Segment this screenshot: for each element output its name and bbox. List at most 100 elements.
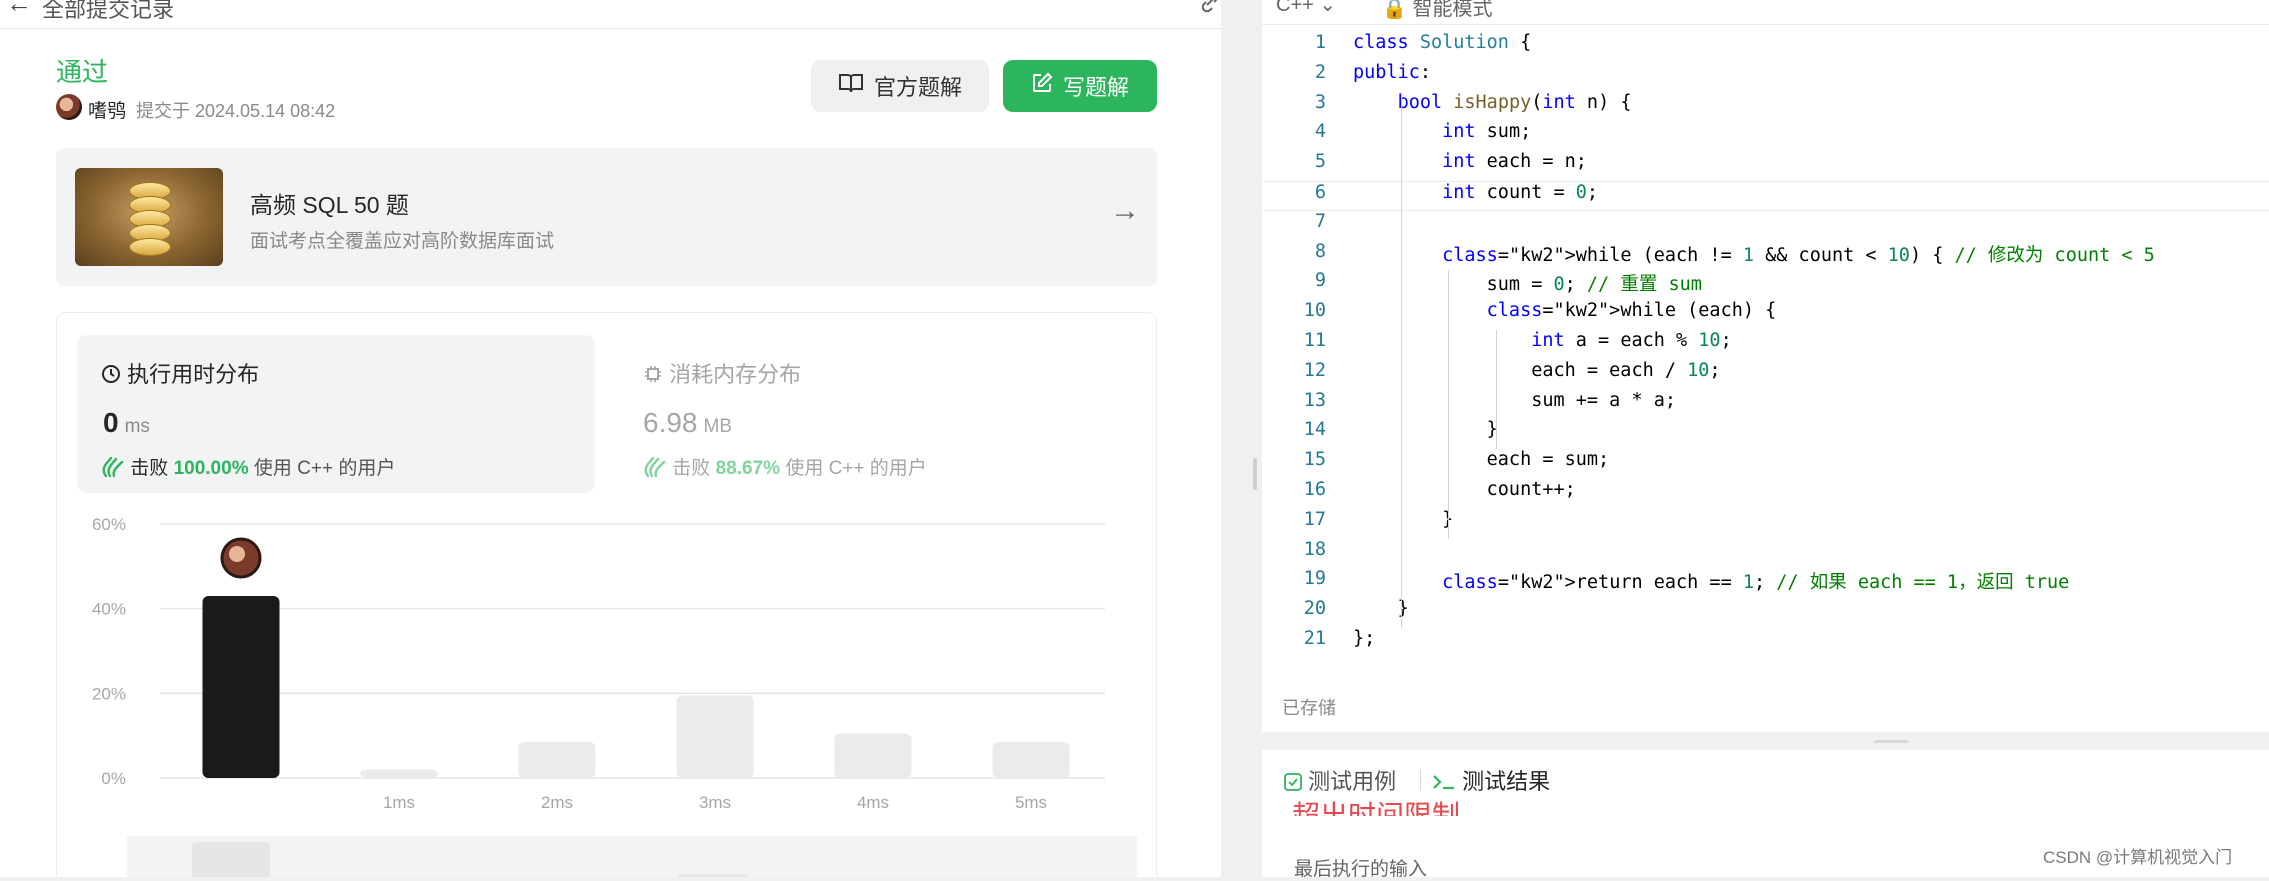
memory-beat-percent: 88.67% bbox=[715, 458, 781, 479]
write-solution-label: 写题解 bbox=[1062, 75, 1129, 100]
runtime-title: 执行用时分布 bbox=[101, 357, 259, 389]
submit-time: 提交于 2024.05.14 08:42 bbox=[136, 101, 336, 121]
code-line[interactable]: 7 bbox=[1262, 211, 2269, 241]
code-line[interactable]: 14 } bbox=[1262, 419, 2269, 449]
all-submissions-link[interactable]: 全部提交记录 bbox=[42, 0, 174, 24]
chevron-down-icon: ⌄ bbox=[1319, 0, 1337, 16]
y-tick-label: 60% bbox=[92, 515, 126, 534]
smart-mode-toggle[interactable]: 🔒 智能模式 bbox=[1382, 0, 1492, 21]
panel-resize-handle[interactable] bbox=[1874, 740, 1908, 743]
avatar[interactable] bbox=[56, 94, 82, 120]
code-line[interactable]: 17 } bbox=[1262, 509, 2269, 539]
runtime-number: 0 bbox=[103, 407, 119, 438]
memory-title-text: 消耗内存分布 bbox=[669, 362, 802, 387]
arrow-right-icon[interactable]: → bbox=[1110, 194, 1140, 228]
chart-bar[interactable] bbox=[992, 742, 1070, 778]
course-card[interactable]: 高频 SQL 50 题 面试考点全覆盖应对高阶数据库面试 → bbox=[56, 148, 1157, 286]
code-line[interactable]: 11 int a = each % 10; bbox=[1262, 330, 2269, 360]
memory-value: 6.98 MB bbox=[643, 407, 732, 439]
lock-icon: 🔒 bbox=[1382, 0, 1407, 20]
chart-bar[interactable] bbox=[518, 742, 596, 778]
clap-icon bbox=[101, 456, 130, 479]
terminal-icon bbox=[1432, 769, 1462, 794]
username[interactable]: 嗜鸮 bbox=[88, 96, 126, 123]
chart-bar[interactable] bbox=[834, 733, 912, 778]
chart-bar[interactable] bbox=[360, 769, 438, 778]
back-arrow-icon[interactable]: ← bbox=[6, 0, 32, 19]
line-number: 8 bbox=[1314, 240, 1326, 262]
code-text: public: bbox=[1353, 61, 1431, 83]
code-line[interactable]: 21}; bbox=[1262, 628, 2269, 658]
memory-tab[interactable]: 消耗内存分布 bbox=[643, 357, 801, 389]
official-solution-button[interactable]: 官方题解 bbox=[811, 60, 989, 112]
line-number: 14 bbox=[1303, 419, 1326, 441]
chart-bar[interactable] bbox=[676, 695, 754, 778]
code-text: each = each / 10; bbox=[1353, 359, 1721, 381]
code-text: sum = 0; // 重置 sum bbox=[1353, 274, 1702, 296]
code-text: int count = 0; bbox=[1442, 182, 1599, 203]
code-text: } bbox=[1353, 508, 1454, 530]
secondary-chart-bar bbox=[192, 842, 270, 877]
indent-guide bbox=[1448, 270, 1450, 539]
code-text: }; bbox=[1353, 628, 1376, 649]
splitter-grip[interactable] bbox=[1253, 458, 1257, 490]
write-solution-button[interactable]: 写题解 bbox=[1003, 60, 1157, 112]
code-line[interactable]: 10 class="kw2">while (each) { bbox=[1262, 300, 2269, 330]
line-number: 2 bbox=[1314, 61, 1326, 83]
code-text: class="kw2">while (each != 1 && count < … bbox=[1442, 244, 2155, 266]
tab-separator bbox=[1420, 770, 1421, 790]
tab-test-result[interactable]: 测试结果 bbox=[1432, 764, 1550, 796]
result-status: 超出时间限制 bbox=[1292, 800, 1461, 816]
runtime-distribution-chart: 0% 20% 40% 60% 1ms 2ms 3ms 4ms 5ms bbox=[92, 515, 1105, 812]
database-thumbnail bbox=[75, 168, 223, 266]
code-text: class="kw2">return each == 1; // 如果 each… bbox=[1442, 572, 2070, 594]
indent-guide bbox=[1495, 330, 1497, 450]
code-line[interactable]: 1 class Solution { bbox=[1262, 32, 2269, 62]
line-number: 20 bbox=[1303, 598, 1326, 620]
code-line[interactable]: 5 int each = n; bbox=[1262, 151, 2269, 181]
code-text: bool isHappy(int n) { bbox=[1397, 91, 1632, 113]
code-line[interactable]: 2 public: bbox=[1262, 62, 2269, 92]
line-number: 16 bbox=[1303, 479, 1326, 500]
tab-test-cases[interactable]: 测试用例 bbox=[1284, 764, 1396, 796]
editor-toolbar: C++ ⌄ 🔒 智能模式 bbox=[1262, 0, 2269, 25]
code-line[interactable]: 6 int count = 0; bbox=[1262, 181, 2269, 211]
line-number: 4 bbox=[1314, 121, 1326, 143]
submission-topbar: ← 全部提交记录 bbox=[0, 0, 1221, 29]
chart-bar[interactable] bbox=[202, 595, 280, 778]
code-text: class Solution { bbox=[1353, 32, 1532, 53]
code-line[interactable]: 19 class="kw2">return each == 1; // 如果 e… bbox=[1262, 568, 2269, 598]
tab-test-cases-label: 测试用例 bbox=[1308, 769, 1397, 794]
link-icon[interactable] bbox=[1198, 0, 1221, 21]
runtime-title-text: 执行用时分布 bbox=[127, 362, 260, 387]
y-tick-label: 40% bbox=[92, 600, 126, 619]
code-line[interactable]: 8 class="kw2">while (each != 1 && count … bbox=[1262, 241, 2269, 271]
secondary-chart-area bbox=[127, 836, 1137, 877]
submission-panel: ← 全部提交记录 通过 嗜鸮 提交于 2024.05.14 08:42 官方题解… bbox=[0, 0, 1221, 877]
language-select[interactable]: C++ ⌄ bbox=[1276, 0, 1336, 17]
code-text: int sum; bbox=[1442, 121, 1532, 143]
code-line[interactable]: 18 bbox=[1262, 539, 2269, 569]
code-line[interactable]: 16 count++; bbox=[1262, 479, 2269, 509]
code-line[interactable]: 3 bool isHappy(int n) { bbox=[1262, 92, 2269, 122]
panel-splitter[interactable] bbox=[1249, 0, 1261, 877]
line-number: 10 bbox=[1303, 300, 1326, 322]
x-tick-label: 4ms bbox=[857, 793, 889, 812]
code-line[interactable]: 20 } bbox=[1262, 598, 2269, 628]
x-tick-label: 5ms bbox=[1015, 793, 1047, 812]
language-label: C++ bbox=[1276, 0, 1314, 16]
code-line[interactable]: 15 each = sum; bbox=[1262, 449, 2269, 479]
code-line[interactable]: 13 sum += a * a; bbox=[1262, 390, 2269, 420]
code-text: int each = n; bbox=[1442, 151, 1587, 173]
course-title: 高频 SQL 50 题 bbox=[250, 192, 409, 218]
runtime-tab[interactable]: 执行用时分布 0 ms 击败 100.00% 使用 C++ 的用户 bbox=[77, 335, 595, 493]
line-number: 1 bbox=[1314, 32, 1326, 53]
code-line[interactable]: 9 sum = 0; // 重置 sum bbox=[1262, 270, 2269, 300]
code-line[interactable]: 4 int sum; bbox=[1262, 121, 2269, 151]
runtime-beat: 击败 100.00% 使用 C++ 的用户 bbox=[101, 453, 395, 480]
code-text: int a = each % 10; bbox=[1531, 330, 1732, 351]
code-line[interactable]: 12 each = each / 10; bbox=[1262, 360, 2269, 390]
y-tick-label: 20% bbox=[92, 684, 126, 703]
line-number: 15 bbox=[1303, 449, 1326, 471]
x-tick-label: 2ms bbox=[541, 793, 573, 812]
